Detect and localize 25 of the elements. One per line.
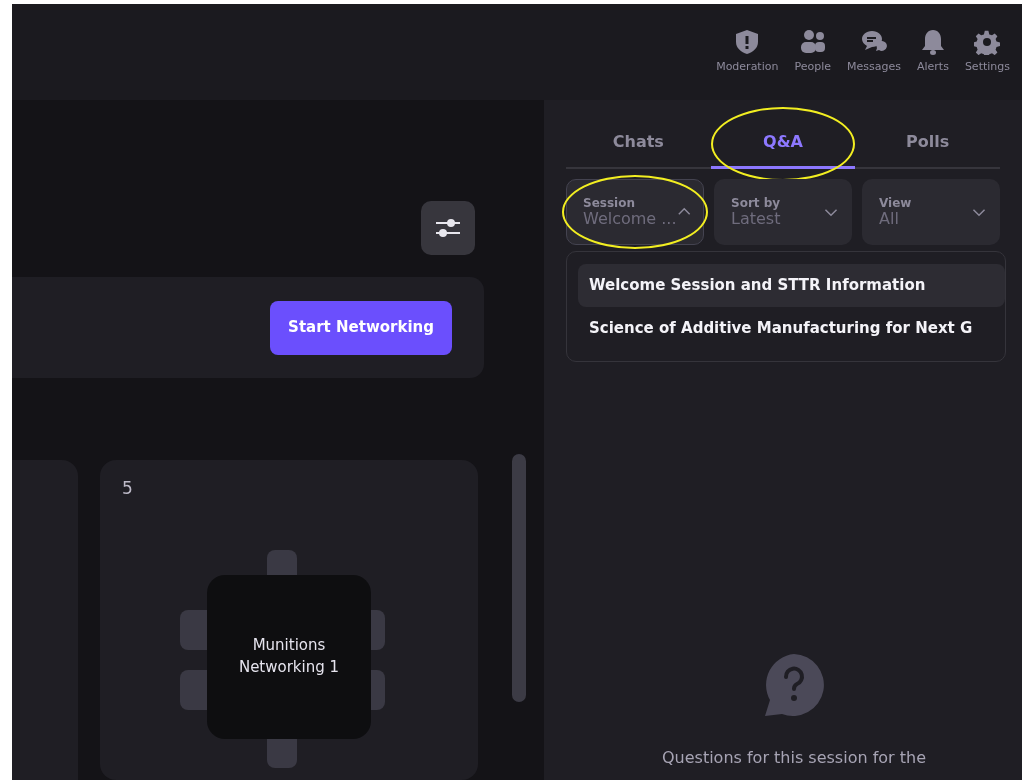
tab[interactable]: Chats [566,120,711,169]
nav-item[interactable]: Settings [956,28,1018,76]
nav-item[interactable]: Alerts [908,28,957,76]
scrollbar[interactable] [512,454,526,702]
nav-item[interactable]: People [786,28,839,76]
sliders-icon [435,217,461,239]
empty-state-text: Questions for this session for the [662,747,926,769]
shield-icon [734,28,761,55]
nav-item[interactable]: Messages [839,28,909,76]
select-field[interactable]: Session Welcome ... [566,179,704,245]
select-field[interactable]: View All [862,179,1000,245]
session-option[interactable]: Science of Additive Manufacturing for Next G [578,306,1005,349]
settings-icon [974,28,1001,55]
people-icon [799,28,826,55]
session-option[interactable]: Welcome Session and STTR Information [578,264,1005,307]
chevron-up-icon [676,206,691,218]
select-field[interactable]: Sort by Latest [714,179,852,245]
networking-table[interactable]: Munitions Networking 1 [207,575,371,739]
nav-item[interactable]: Moderation [708,28,787,76]
start-networking-button[interactable]: Start Networking [270,300,452,355]
tab[interactable]: Q&A [710,120,856,169]
table-number: 5 [122,477,133,500]
bell-icon [919,28,946,55]
filter-button[interactable] [421,201,475,255]
tab[interactable]: Polls [855,120,1000,169]
